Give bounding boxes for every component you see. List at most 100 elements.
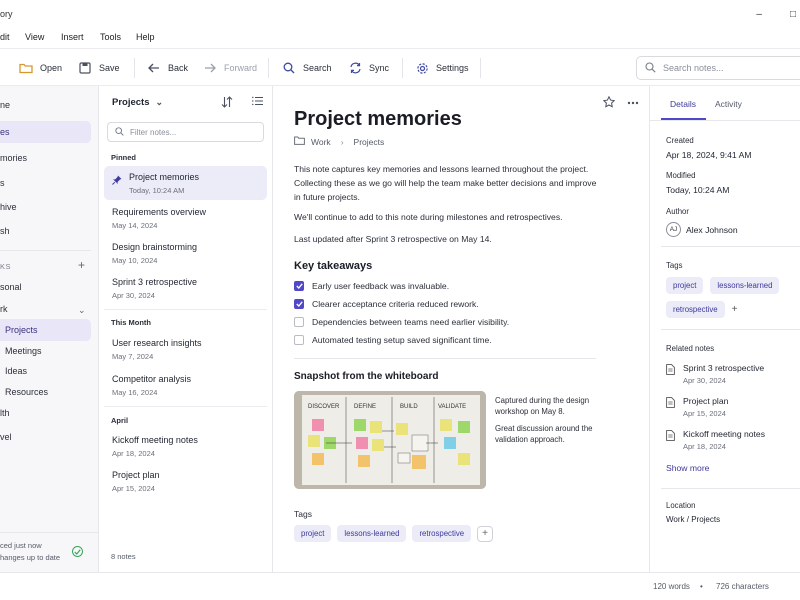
save-button[interactable]: Save	[78, 59, 120, 77]
character-count: 726 characters	[716, 582, 769, 591]
list-item[interactable]: Competitor analysis May 16, 2024	[104, 368, 267, 402]
sidebar-item-travel[interactable]: vel	[0, 426, 91, 448]
settings-button[interactable]: Settings	[415, 59, 469, 77]
created-value: Apr 18, 2024, 9:41 AM	[666, 150, 752, 160]
tag-chip[interactable]: retrospective	[666, 301, 725, 318]
add-tag-button[interactable]: +	[732, 304, 738, 315]
document-icon	[666, 397, 675, 411]
list-view-icon[interactable]	[252, 96, 263, 109]
checklist-item[interactable]: Early user feedback was invaluable.	[294, 281, 449, 291]
sidebar-item-health[interactable]: lth	[0, 402, 91, 424]
tag-chip[interactable]: lessons-learned	[337, 525, 407, 542]
show-more-link[interactable]: Show more	[666, 463, 709, 473]
whiteboard-image[interactable]: DISCOVER DEFINE BUILD VALIDATE	[294, 391, 486, 489]
open-button[interactable]: Open	[19, 59, 62, 77]
status-bar: 120 words • 726 characters	[0, 572, 800, 600]
gear-icon	[415, 61, 429, 75]
maximize-button[interactable]: □	[790, 9, 796, 20]
sidebar: ne es mories s hive sh KS + sonal rk ⌄ P…	[0, 86, 99, 572]
tab-activity[interactable]: Activity	[715, 99, 742, 109]
tag-chip[interactable]: lessons-learned	[710, 277, 780, 294]
image-caption[interactable]: Great discussion around the validation a…	[495, 423, 605, 445]
tag-chip[interactable]: retrospective	[412, 525, 472, 542]
note-title[interactable]: Project memories	[294, 108, 462, 131]
star-icon[interactable]	[602, 95, 616, 111]
checkbox-checked[interactable]	[294, 299, 304, 309]
checklist-item[interactable]: Dependencies between teams need earlier …	[294, 317, 509, 327]
details-panel: Details Activity Created Apr 18, 2024, 9…	[649, 86, 800, 572]
sidebar-item-memories[interactable]: mories	[0, 147, 91, 169]
paragraph[interactable]: This note captures key memories and less…	[294, 162, 604, 204]
list-item[interactable]: Requirements overview May 14, 2024	[104, 201, 267, 235]
sync-status-line1: ced just now	[0, 541, 42, 550]
list-item[interactable]: Project plan Apr 15, 2024	[104, 464, 267, 498]
list-item[interactable]: Project memories Today, 10:24 AM	[104, 166, 267, 200]
menu-insert[interactable]: Insert	[61, 32, 84, 42]
settings-label: Settings	[436, 63, 469, 73]
list-item[interactable]: User research insights May 7, 2024	[104, 332, 267, 366]
arrow-right-icon	[203, 61, 217, 75]
menu-help[interactable]: Help	[136, 32, 155, 42]
sidebar-item-label: sonal	[0, 282, 22, 292]
breadcrumb: Work › Projects	[294, 136, 384, 147]
tags-label: Tags	[294, 509, 312, 519]
location-value: Work / Projects	[666, 515, 721, 524]
sidebar-item-label: Projects	[5, 325, 38, 335]
group-heading: April	[111, 416, 129, 425]
search-input[interactable]	[663, 63, 793, 73]
sidebar-item-personal[interactable]: sonal	[0, 276, 91, 298]
sidebar-item-home[interactable]: ne	[0, 94, 91, 116]
sidebar-item-ideas[interactable]: Ideas	[0, 360, 91, 382]
sidebar-item-meetings[interactable]: Meetings	[0, 340, 91, 362]
breadcrumb-work[interactable]: Work	[311, 137, 331, 147]
sidebar-item-label: lth	[0, 408, 10, 418]
paragraph[interactable]: We'll continue to add to this note durin…	[294, 210, 604, 224]
filter-input[interactable]	[130, 127, 250, 137]
sidebar-item-resources[interactable]: Resources	[0, 381, 91, 403]
list-item[interactable]: Sprint 3 retrospective Apr 30, 2024	[104, 271, 267, 305]
search-button[interactable]: Search	[282, 59, 332, 77]
folder-icon	[294, 136, 305, 147]
sidebar-item-trash[interactable]: sh	[0, 220, 91, 242]
folder-icon	[19, 61, 33, 75]
breadcrumb-projects[interactable]: Projects	[354, 137, 385, 147]
add-tag-button[interactable]: +	[477, 525, 494, 542]
tag-chip[interactable]: project	[666, 277, 704, 294]
more-options-icon[interactable]	[627, 94, 639, 108]
notebook-selector[interactable]: Projects ⌄	[112, 97, 163, 108]
minimize-button[interactable]: –	[756, 9, 762, 20]
forward-button[interactable]: Forward	[203, 59, 257, 77]
menu-tools[interactable]: Tools	[100, 32, 121, 42]
checkbox-unchecked[interactable]	[294, 335, 304, 345]
list-item[interactable]: Design brainstorming May 10, 2024	[104, 236, 267, 270]
sidebar-item-projects[interactable]: Projects	[0, 319, 91, 341]
paragraph[interactable]: Last updated after Sprint 3 retrospectiv…	[294, 232, 604, 246]
add-notebook-icon[interactable]: +	[78, 258, 85, 272]
toolbar: Open Save Back Forward Search Sync Setti…	[0, 48, 800, 86]
menu-edit[interactable]: dit	[0, 32, 10, 42]
sidebar-item-notes[interactable]: es	[0, 121, 91, 143]
search-box[interactable]	[636, 56, 800, 80]
tag-chip[interactable]: project	[294, 525, 332, 542]
sidebar-item-tags[interactable]: s	[0, 172, 91, 194]
filter-box[interactable]	[107, 122, 264, 142]
checkbox-unchecked[interactable]	[294, 317, 304, 327]
tab-details[interactable]: Details	[670, 99, 696, 109]
sync-button[interactable]: Sync	[348, 59, 389, 77]
list-item[interactable]: Kickoff meeting notes Apr 18, 2024	[104, 429, 267, 463]
author-name: Alex Johnson	[686, 225, 738, 235]
checklist-item[interactable]: Clearer acceptance criteria reduced rewo…	[294, 299, 479, 309]
sidebar-item-label: es	[0, 127, 10, 137]
checkbox-checked[interactable]	[294, 281, 304, 291]
sort-icon[interactable]	[221, 96, 233, 111]
takeaways-heading[interactable]: Key takeaways	[294, 260, 372, 272]
back-button[interactable]: Back	[147, 59, 188, 77]
sidebar-item-archive[interactable]: hive	[0, 196, 91, 218]
menu-view[interactable]: View	[25, 32, 44, 42]
chevron-down-icon[interactable]: ⌄	[78, 305, 86, 316]
checklist-text: Clearer acceptance criteria reduced rewo…	[312, 299, 479, 309]
snapshot-heading[interactable]: Snapshot from the whiteboard	[294, 371, 438, 382]
note-date: Today, 10:24 AM	[129, 186, 185, 195]
checklist-item[interactable]: Automated testing setup saved significan…	[294, 335, 492, 345]
image-caption[interactable]: Captured during the design workshop on M…	[495, 395, 605, 417]
